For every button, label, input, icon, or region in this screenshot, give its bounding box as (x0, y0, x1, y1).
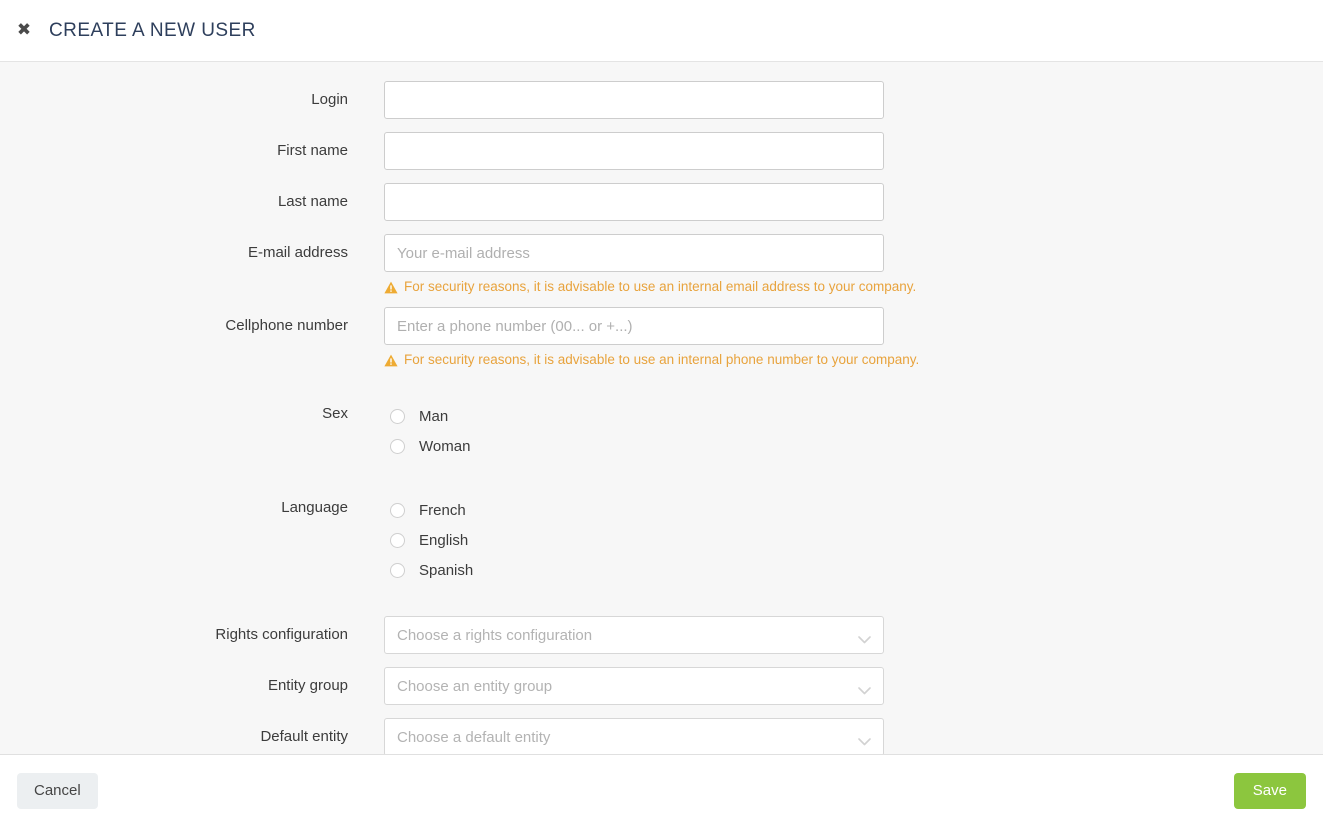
form-row-default-entity: Default entity Choose a default entity (0, 718, 1323, 754)
warning-triangle-icon (384, 354, 398, 367)
form-row-first-name: First name (0, 132, 1323, 170)
radio-circle-icon (390, 562, 405, 578)
email-hint-text: For security reasons, it is advisable to… (404, 279, 917, 294)
label-login: Login (311, 91, 348, 108)
modal-body: Login First name Last name E-mail addres… (0, 62, 1323, 755)
first-name-input[interactable] (384, 132, 884, 170)
entity-group-placeholder: Choose an entity group (397, 677, 553, 695)
radio-circle-icon (390, 408, 405, 424)
page-title: CREATE A NEW USER (49, 19, 256, 41)
rights-configuration-placeholder: Choose a rights configuration (397, 626, 593, 644)
form-row-sex: Sex Man Woman (0, 398, 1323, 461)
modal-footer: Cancel Save (0, 755, 1323, 826)
radio-sex-woman[interactable]: Woman (384, 431, 884, 461)
default-entity-select[interactable]: Choose a default entity (384, 718, 884, 754)
save-button[interactable]: Save (1233, 772, 1306, 809)
radio-language-english-label: English (419, 531, 469, 549)
default-entity-placeholder: Choose a default entity (397, 728, 551, 746)
language-radio-group: French English Spanish (384, 492, 884, 585)
radio-language-english[interactable]: English (384, 525, 884, 555)
cellphone-hint-text: For security reasons, it is advisable to… (404, 352, 920, 367)
radio-circle-icon (390, 438, 405, 454)
warning-triangle-icon (384, 281, 398, 294)
modal-header: ✖ CREATE A NEW USER (0, 0, 1323, 62)
label-sex: Sex (322, 405, 348, 422)
radio-sex-man[interactable]: Man (384, 401, 884, 431)
label-first-name: First name (277, 142, 348, 159)
rights-configuration-select[interactable]: Choose a rights configuration (384, 616, 884, 654)
label-email: E-mail address (247, 244, 348, 261)
form-row-email: E-mail address For security reasons, it … (0, 234, 1323, 307)
cancel-button[interactable]: Cancel (17, 772, 98, 809)
label-default-entity: Default entity (260, 728, 348, 745)
radio-language-spanish-label: Spanish (419, 561, 474, 579)
form-row-entity-group: Entity group Choose an entity group (0, 667, 1323, 705)
close-icon[interactable]: ✖ (9, 16, 39, 46)
form-row-last-name: Last name (0, 183, 1323, 221)
form-row-login: Login (0, 81, 1323, 119)
form-row-language: Language French English Spanish (0, 492, 1323, 585)
radio-language-french-label: French (419, 501, 466, 519)
last-name-input[interactable] (384, 183, 884, 221)
create-user-form: Login First name Last name E-mail addres… (0, 62, 1323, 754)
label-last-name: Last name (277, 193, 348, 210)
sex-radio-group: Man Woman (384, 398, 884, 461)
create-user-modal: ✖ CREATE A NEW USER Login First name Las (0, 0, 1323, 826)
form-row-rights-configuration: Rights configuration Choose a rights con… (0, 616, 1323, 654)
form-row-cellphone: Cellphone number For security reasons, i… (0, 307, 1323, 380)
radio-circle-icon (390, 502, 405, 518)
login-input[interactable] (384, 81, 884, 119)
radio-circle-icon (390, 532, 405, 548)
cellphone-security-hint: For security reasons, it is advisable to… (384, 352, 919, 368)
label-entity-group: Entity group (267, 677, 348, 694)
radio-sex-woman-label: Woman (419, 437, 471, 455)
entity-group-select[interactable]: Choose an entity group (384, 667, 884, 705)
radio-language-french[interactable]: French (384, 495, 884, 525)
radio-language-spanish[interactable]: Spanish (384, 555, 884, 585)
email-input[interactable] (384, 234, 884, 272)
radio-sex-man-label: Man (419, 407, 449, 425)
email-security-hint: For security reasons, it is advisable to… (384, 279, 916, 295)
label-rights-configuration: Rights configuration (215, 626, 348, 643)
label-cellphone: Cellphone number (225, 317, 348, 334)
label-language: Language (281, 499, 348, 516)
cellphone-input[interactable] (384, 307, 884, 345)
